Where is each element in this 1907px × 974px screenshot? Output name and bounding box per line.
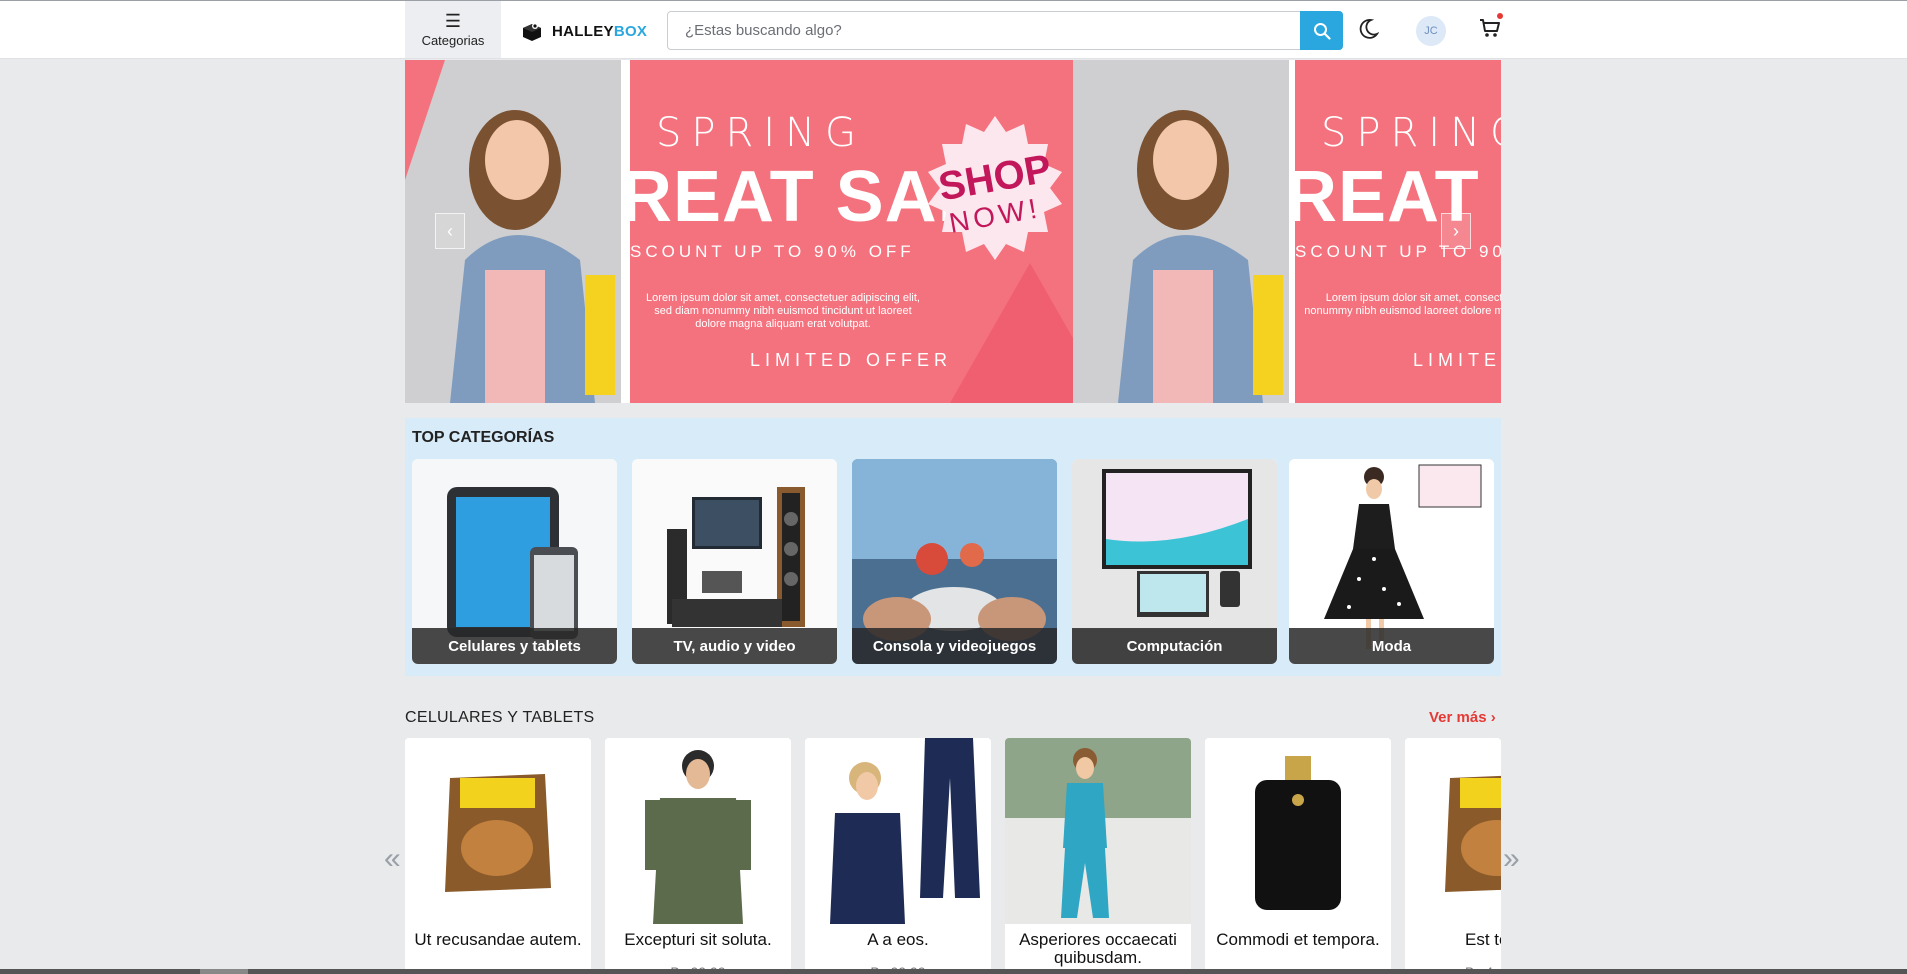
product-image-scrubs-navy bbox=[805, 738, 991, 924]
product-image-snack-bag bbox=[405, 738, 591, 924]
product-card[interactable]: Excepturi sit soluta. Bs 99.99 bbox=[605, 738, 791, 974]
product-image-scrubs-teal bbox=[1005, 738, 1191, 924]
product-image-scrubs-green bbox=[605, 738, 791, 924]
chevron-left-icon: ‹ bbox=[447, 220, 453, 241]
category-label: TV, audio y video bbox=[632, 628, 837, 664]
product-name: Asperiores occaecati quibusdam. bbox=[1019, 930, 1177, 967]
site-logo[interactable]: HALLEY BOX bbox=[520, 18, 647, 44]
section-title-celulares: CELULARES Y TABLETS bbox=[405, 709, 595, 726]
product-card[interactable]: Ut recusandae autem. bbox=[405, 738, 591, 974]
scrollbar-thumb[interactable] bbox=[200, 969, 248, 974]
banner-discount-text: SCOUNT UP TO 90% OFF bbox=[630, 242, 915, 261]
products-prev-button[interactable]: « bbox=[384, 842, 401, 876]
banner-photo-woman-2 bbox=[1073, 60, 1289, 403]
product-image-perfume bbox=[1205, 738, 1391, 924]
carousel-next-button[interactable]: › bbox=[1441, 213, 1471, 249]
product-image-snack-bag-2 bbox=[1405, 738, 1501, 924]
product-card[interactable]: Commodi et tempora. bbox=[1205, 738, 1391, 974]
double-chevron-right-icon: » bbox=[1503, 842, 1520, 875]
box-logo-icon bbox=[523, 23, 541, 41]
category-card-computacion[interactable]: Computación bbox=[1072, 459, 1277, 664]
product-card[interactable]: Asperiores occaecati quibusdam. bbox=[1005, 738, 1191, 974]
carousel-prev-button[interactable]: ‹ bbox=[435, 213, 465, 249]
search-bar bbox=[667, 11, 1343, 50]
hamburger-icon: ☰ bbox=[444, 10, 462, 31]
category-card-consola[interactable]: Consola y videojuegos bbox=[852, 459, 1057, 664]
see-more-link[interactable]: Ver más › bbox=[1429, 709, 1496, 726]
category-label: Computación bbox=[1072, 628, 1277, 664]
chevron-right-icon: › bbox=[1490, 709, 1496, 726]
categories-label: Categorias bbox=[421, 32, 485, 48]
category-card-celulares[interactable]: Celulares y tablets bbox=[412, 459, 617, 664]
shopping-cart-icon[interactable] bbox=[1478, 17, 1502, 39]
product-card[interactable]: A a eos. Bs 99.99 bbox=[805, 738, 991, 974]
horizontal-scrollbar[interactable] bbox=[0, 969, 1907, 974]
product-name: A a eos. bbox=[867, 930, 929, 949]
top-categories-section: TOP CATEGORÍAS Celulares y tablets TV, a… bbox=[405, 418, 1501, 676]
category-label: Celulares y tablets bbox=[412, 628, 617, 664]
promo-carousel: SPRING REAT SALE SCOUNT UP TO 90% OFF Lo… bbox=[405, 60, 1501, 403]
banner-body-text-2: Lorem ipsum dolor sit amet, consect elit… bbox=[1304, 292, 1501, 317]
products-next-button[interactable]: » bbox=[1503, 842, 1520, 876]
woman-shopping-image-2 bbox=[1073, 60, 1289, 403]
top-categories-title: TOP CATEGORÍAS bbox=[412, 429, 555, 446]
product-name: Commodi et tempora. bbox=[1216, 930, 1380, 949]
user-avatar[interactable]: JC bbox=[1416, 16, 1446, 46]
category-card-moda[interactable]: Moda bbox=[1289, 459, 1494, 664]
categories-menu-button[interactable]: ☰ Categorias bbox=[405, 1, 501, 58]
category-label: Moda bbox=[1289, 628, 1494, 664]
search-input[interactable] bbox=[668, 12, 1300, 49]
vertical-scrollbar[interactable] bbox=[1900, 60, 1907, 969]
search-button[interactable] bbox=[1300, 11, 1343, 50]
logo-text-halley: HALLEY bbox=[552, 22, 614, 40]
search-icon bbox=[1313, 22, 1331, 40]
product-name: Ut recusandae autem. bbox=[414, 930, 582, 949]
banner-spring-text: SPRING bbox=[656, 110, 867, 156]
chevron-right-icon: › bbox=[1453, 220, 1459, 241]
banner-offer-text-2: LIMITED bbox=[1413, 350, 1501, 370]
logo-text-box: BOX bbox=[613, 22, 648, 40]
cart-notification-dot bbox=[1497, 13, 1503, 19]
banner-spring-text-2: SPRING bbox=[1321, 110, 1501, 156]
see-more-label: Ver más bbox=[1429, 709, 1487, 726]
product-name: Excepturi sit soluta. bbox=[624, 930, 772, 949]
product-name: Est ter bbox=[1465, 930, 1501, 949]
double-chevron-left-icon: « bbox=[384, 842, 401, 875]
category-card-tv-audio[interactable]: TV, audio y video bbox=[632, 459, 837, 664]
site-header: ☰ Categorias HALLEYBOX JC bbox=[0, 1, 1907, 59]
dark-mode-moon-icon[interactable] bbox=[1357, 17, 1379, 41]
product-card[interactable]: Est ter Bs 4 bbox=[1405, 738, 1501, 974]
banner-body-text: Lorem ipsum dolor sit amet, consectetuer… bbox=[646, 292, 920, 330]
category-label: Consola y videojuegos bbox=[852, 628, 1057, 664]
shop-now-badge[interactable]: SHOP NOW! bbox=[920, 112, 1070, 262]
banner-offer-text: LIMITED OFFER bbox=[750, 350, 953, 370]
